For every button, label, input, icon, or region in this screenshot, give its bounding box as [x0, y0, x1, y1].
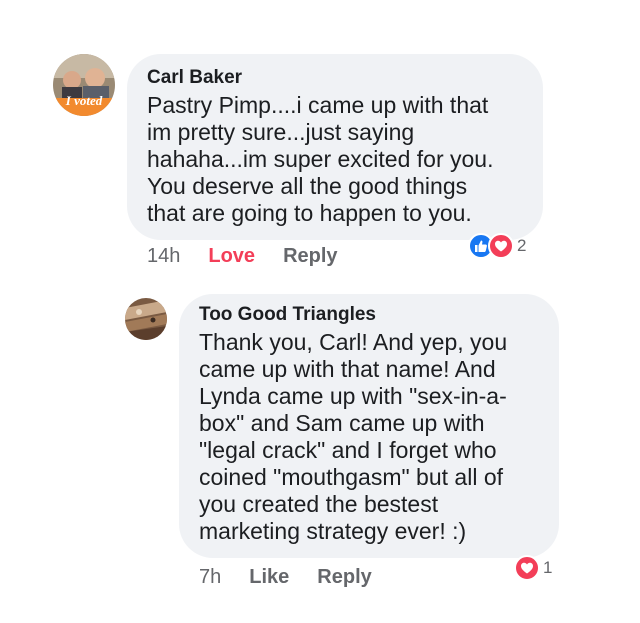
comment-text: Pastry Pimp....i came up with that im pr… — [147, 92, 523, 227]
love-icon — [514, 555, 540, 581]
reaction-count: 1 — [543, 558, 553, 577]
reaction-summary[interactable]: 1 — [514, 555, 552, 581]
avatar-carl-baker[interactable]: I voted — [53, 54, 115, 116]
reaction-summary[interactable]: 2 — [468, 233, 526, 259]
comment-bubble-too-good-triangles: Too Good Triangles Thank you, Carl! And … — [179, 294, 559, 558]
avatar-too-good-triangles[interactable] — [125, 298, 167, 340]
comment-text-line: Lynda came up with "sex-in-a- — [199, 383, 507, 409]
comment-timestamp[interactable]: 7h — [199, 565, 221, 589]
comment-text: Thank you, Carl! And yep, you came up wi… — [199, 329, 539, 545]
comment-actions: 14h Love Reply — [147, 244, 338, 268]
comment-text-line: coined "mouthgasm" but all of — [199, 464, 503, 490]
i-voted-badge: I voted — [65, 93, 103, 108]
comment-actions: 7h Like Reply — [199, 565, 372, 589]
comment-text-line: Pastry Pimp....i came up with that — [147, 92, 489, 118]
comment-text-line: came up with that name! And — [199, 356, 496, 382]
comment-text-line: "legal crack" and I forget who — [199, 437, 497, 463]
like-button[interactable]: Like — [249, 565, 289, 589]
comment-text-line: box" and Sam came up with — [199, 410, 485, 436]
reaction-count: 2 — [517, 236, 527, 255]
comment-text-line: im pretty sure...just saying — [147, 119, 415, 145]
comment-text-line: you created the bestest — [199, 491, 439, 517]
comment-timestamp[interactable]: 14h — [147, 244, 180, 268]
comment-text-line: hahaha...im super excited for you. — [147, 146, 494, 172]
comment-bubble-carl-baker: Carl Baker Pastry Pimp....i came up with… — [127, 54, 543, 240]
comment-text-line: that are going to happen to you. — [147, 200, 472, 226]
comment-text-line: Thank you, Carl! And yep, you — [199, 329, 508, 355]
love-icon — [488, 233, 514, 259]
comment-text-line: marketing strategy ever! :) — [199, 518, 467, 544]
comment-author[interactable]: Too Good Triangles — [199, 303, 539, 327]
love-button[interactable]: Love — [208, 244, 255, 268]
comment-text-line: You deserve all the good things — [147, 173, 468, 199]
reply-button[interactable]: Reply — [317, 565, 371, 589]
reply-button[interactable]: Reply — [283, 244, 337, 268]
comment-author[interactable]: Carl Baker — [147, 66, 523, 90]
